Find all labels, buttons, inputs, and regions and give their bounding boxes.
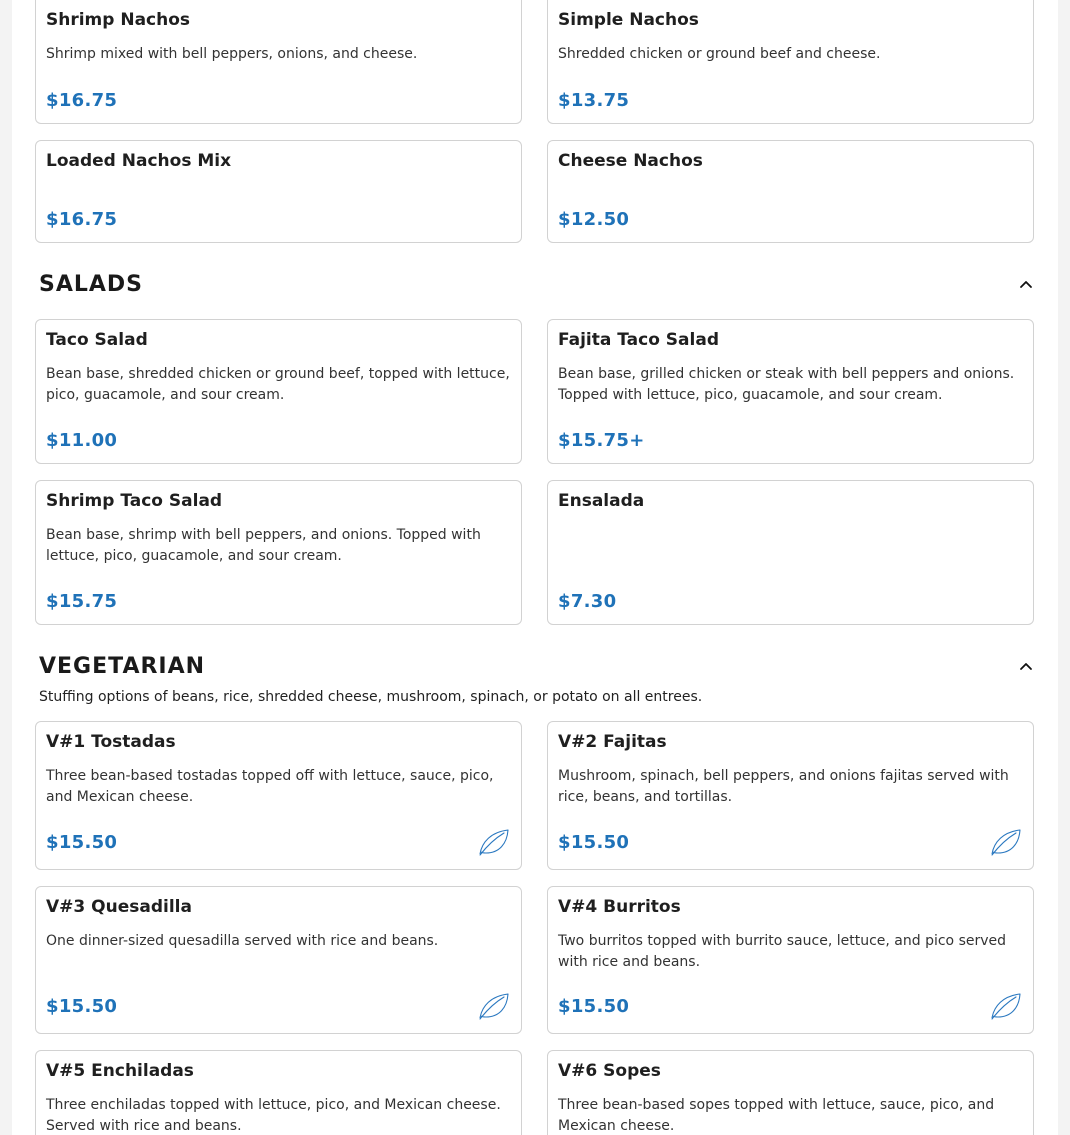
item-price: $15.50 <box>558 831 630 853</box>
item-description: Three bean-based tostadas topped off wit… <box>46 768 494 805</box>
item-description: Three bean-based sopes topped with lettu… <box>558 1097 995 1134</box>
item-price: $15.50 <box>46 995 118 1017</box>
leaf-icon <box>991 993 1021 1020</box>
leaf-icon <box>479 829 509 856</box>
item-footer: $16.75 <box>46 209 511 230</box>
menu-item-card[interactable]: V#6 Sopes Three bean-based sopes topped … <box>547 1050 1034 1135</box>
menu-item-card[interactable]: Loaded Nachos Mix $16.75 <box>35 140 522 243</box>
item-name: V#1 Tostadas <box>46 732 176 752</box>
item-footer: $15.50 <box>46 827 511 857</box>
section-title: SALADS <box>39 271 144 297</box>
menu-item-card[interactable]: Cheese Nachos $12.50 <box>547 140 1034 243</box>
menu-item-card[interactable]: Shrimp Taco Salad Bean base, shrimp with… <box>35 480 522 625</box>
item-price: $15.75 <box>46 591 118 612</box>
item-footer: $15.75 <box>46 591 511 612</box>
item-footer: $7.30 <box>558 591 1023 612</box>
item-footer: $16.75 <box>46 90 511 111</box>
item-name: Taco Salad <box>46 330 148 350</box>
item-name: Ensalada <box>558 491 645 511</box>
leaf-icon <box>991 829 1021 856</box>
menu-item-card[interactable]: V#3 Quesadilla One dinner-sized quesadil… <box>35 886 522 1034</box>
menu-item-card[interactable]: V#1 Tostadas Three bean-based tostadas t… <box>35 721 522 870</box>
item-name: Shrimp Taco Salad <box>46 491 223 511</box>
item-name: Shrimp Nachos <box>46 10 191 30</box>
item-description: Bean base, shrimp with bell peppers, and… <box>46 527 481 564</box>
item-price: $15.75+ <box>558 430 645 451</box>
menu-page: Shrimp Nachos Shrimp mixed with bell pep… <box>12 0 1058 1135</box>
menu-item-card[interactable]: V#4 Burritos Two burritos topped with bu… <box>547 886 1034 1034</box>
item-description: Bean base, grilled chicken or steak with… <box>558 366 1015 403</box>
menu-item-card[interactable]: Taco Salad Bean base, shredded chicken o… <box>35 319 522 464</box>
item-footer: $12.50 <box>558 209 1023 230</box>
item-footer: $15.50 <box>46 991 511 1021</box>
item-price: $11.00 <box>46 430 118 451</box>
item-name: V#4 Burritos <box>558 897 681 917</box>
menu-item-card[interactable]: Simple Nachos Shredded chicken or ground… <box>547 0 1034 124</box>
salads-header: SALADS <box>12 266 1058 302</box>
menu-item-card[interactable]: Shrimp Nachos Shrimp mixed with bell pep… <box>35 0 522 124</box>
menu-item-card[interactable]: Ensalada $7.30 <box>547 480 1034 625</box>
item-description: Shredded chicken or ground beef and chee… <box>558 46 881 62</box>
item-name: Cheese Nachos <box>558 151 703 171</box>
menu-item-card[interactable]: V#2 Fajitas Mushroom, spinach, bell pepp… <box>547 721 1034 870</box>
item-footer: $15.50 <box>558 991 1023 1021</box>
menu-item-card[interactable]: V#5 Enchiladas Three enchiladas topped w… <box>35 1050 522 1135</box>
chevron-up-icon[interactable] <box>1018 276 1034 292</box>
item-name: Loaded Nachos Mix <box>46 151 232 171</box>
leaf-icon <box>479 993 509 1020</box>
item-description <box>46 185 511 195</box>
item-footer: $15.75+ <box>558 430 1023 451</box>
item-price: $7.30 <box>558 591 617 612</box>
item-description: Mushroom, spinach, bell peppers, and oni… <box>558 768 1009 805</box>
item-name: V#2 Fajitas <box>558 732 667 752</box>
item-footer: $11.00 <box>46 430 511 451</box>
item-price: $16.75 <box>46 209 118 230</box>
menu-item-card[interactable]: Fajita Taco Salad Bean base, grilled chi… <box>547 319 1034 464</box>
item-name: V#3 Quesadilla <box>46 897 192 917</box>
item-name: Fajita Taco Salad <box>558 330 719 350</box>
item-description: Shrimp mixed with bell peppers, onions, … <box>46 46 418 62</box>
item-description: One dinner-sized quesadilla served with … <box>46 933 439 949</box>
item-description: Two burritos topped with burrito sauce, … <box>558 933 1007 970</box>
item-name: Simple Nachos <box>558 10 699 30</box>
salads-grid: Taco Salad Bean base, shredded chicken o… <box>12 319 1034 625</box>
item-description <box>558 185 1023 195</box>
item-price: $16.75 <box>46 90 118 111</box>
nachos-grid: Shrimp Nachos Shrimp mixed with bell pep… <box>12 0 1034 243</box>
item-price: $15.50 <box>558 995 630 1017</box>
item-price: $15.50 <box>46 831 118 853</box>
vegetarian-grid: V#1 Tostadas Three bean-based tostadas t… <box>12 721 1034 1135</box>
item-price: $13.75 <box>558 90 630 111</box>
item-footer: $13.75 <box>558 90 1023 111</box>
item-price: $12.50 <box>558 209 630 230</box>
section-note: Stuffing options of beans, rice, shredde… <box>39 689 703 705</box>
item-description: Bean base, shredded chicken or ground be… <box>46 366 510 403</box>
section-title: VEGETARIAN <box>39 653 206 679</box>
item-footer: $15.50 <box>558 827 1023 857</box>
item-description: Three enchiladas topped with lettuce, pi… <box>46 1097 501 1134</box>
item-description <box>558 525 1023 577</box>
item-name: V#6 Sopes <box>558 1061 661 1081</box>
chevron-up-icon[interactable] <box>1018 658 1034 674</box>
vegetarian-header: VEGETARIAN <box>12 648 1058 684</box>
item-name: V#5 Enchiladas <box>46 1061 194 1081</box>
